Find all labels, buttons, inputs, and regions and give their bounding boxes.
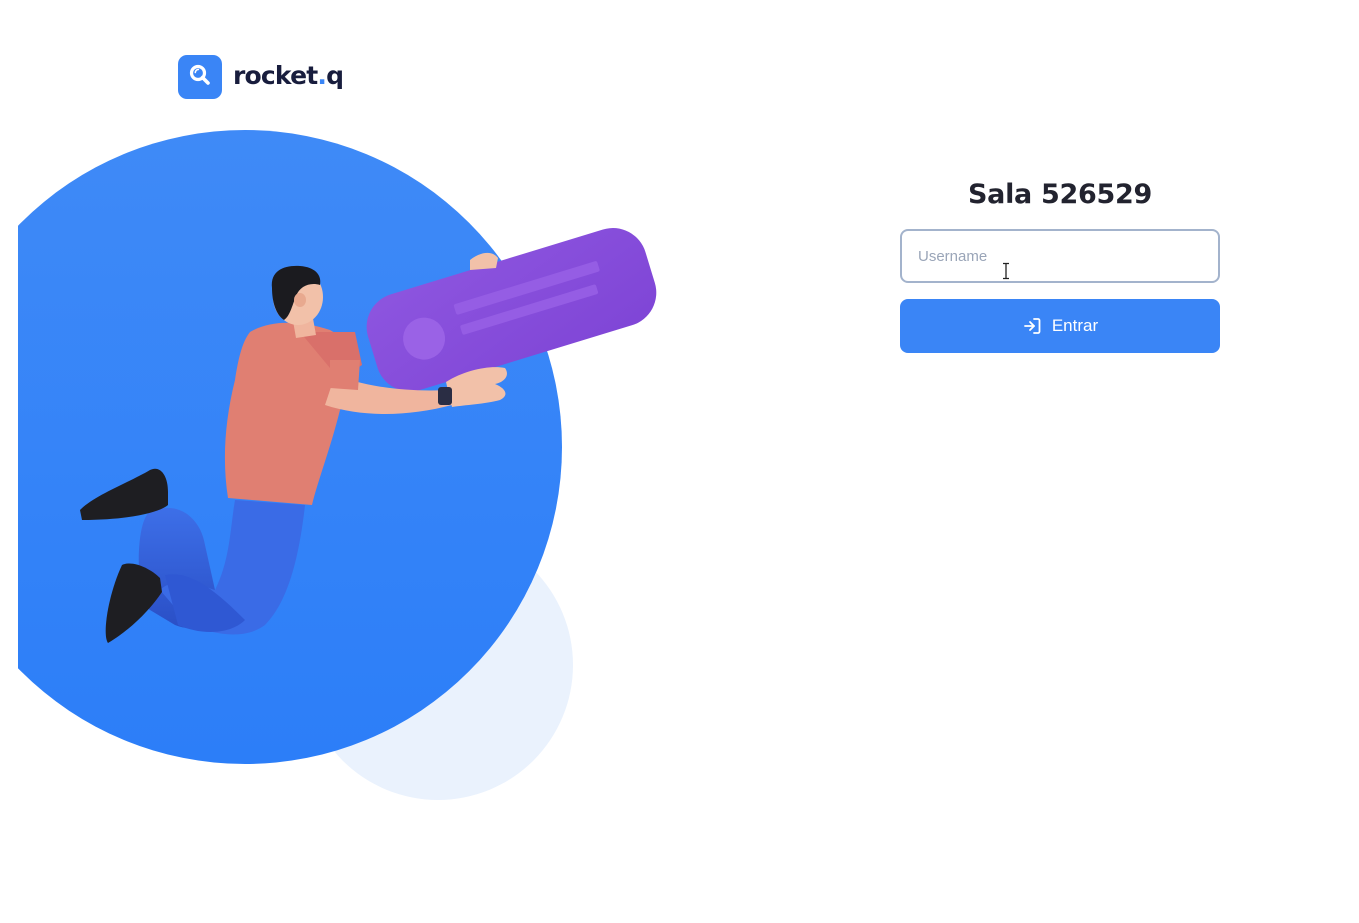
logo-name-main: rocket — [233, 60, 318, 90]
room-title: Sala 526529 — [968, 179, 1152, 210]
join-room-form: Sala 526529 Entrar — [900, 175, 1220, 353]
enter-button[interactable]: Entrar — [900, 299, 1220, 353]
room-page: rocket.q Sala 526529 Username Entrar — [0, 0, 1359, 923]
logo-badge — [178, 55, 222, 99]
sign-in-icon — [1022, 316, 1042, 336]
enter-button-label: Entrar — [1051, 316, 1099, 335]
search-magnifier-icon — [187, 62, 213, 93]
logo-name-suffix: q — [326, 60, 344, 90]
hero-illustration — [18, 130, 657, 800]
logo[interactable]: rocket.q — [178, 55, 344, 99]
logo-wordmark: rocket.q — [233, 60, 344, 90]
text-cursor-icon — [1003, 262, 1009, 280]
logo-name-dot: . — [317, 60, 327, 90]
username-input[interactable] — [900, 229, 1220, 283]
